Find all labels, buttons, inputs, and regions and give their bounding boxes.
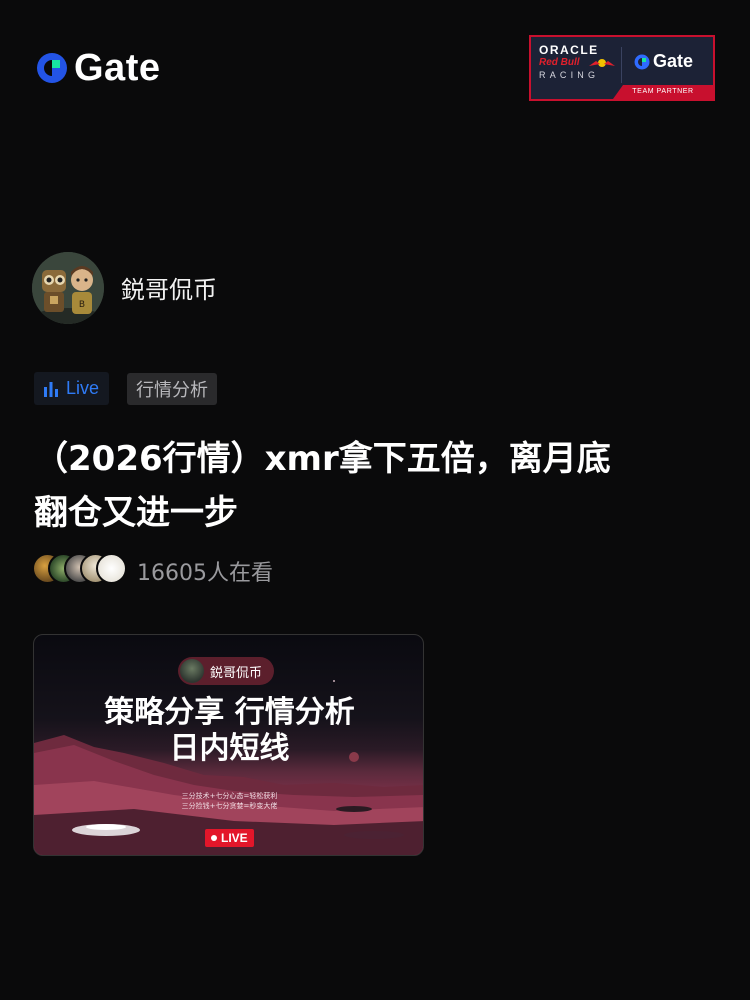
live-badge: LIVE [205, 829, 254, 847]
partner-divider [621, 47, 622, 83]
live-badge-label: LIVE [221, 831, 248, 845]
gate-logo-icon [37, 53, 67, 83]
thumbnail-slogan-line2: 三分捡钱+七分贪婪=秒变大佬 [181, 802, 278, 810]
robot-duo-avatar-icon: B [32, 252, 104, 324]
thumbnail-headline-line1: 策略分享 行情分析 [104, 695, 355, 730]
viewer-avatars [32, 553, 132, 585]
partner-gate-logo: Gate [633, 51, 693, 72]
host-pill: 鋭哥侃币 [178, 657, 275, 685]
host-pill-avatar [180, 659, 204, 683]
gate-small-icon [634, 54, 650, 69]
gate-logo-text: Gate [74, 47, 161, 89]
oracle-redbull-racing-logo: ORACLE Red Bull RACING [539, 43, 619, 83]
live-dot-icon [211, 835, 217, 841]
live-tag-label: Live [66, 378, 100, 398]
viewer-avatar [96, 553, 127, 584]
racing-wordmark: RACING [539, 70, 600, 80]
streamer-name[interactable]: 鋭哥侃币 [121, 270, 217, 305]
thumbnail-headline-line2: 日内短线 [169, 731, 290, 766]
post-title-line1: （2026行情）xmr拿下五倍，离月底 [34, 439, 611, 479]
post-title[interactable]: （2026行情）xmr拿下五倍，离月底 翻仓又进一步 [34, 432, 724, 540]
viewer-count: 16605人在看 [137, 561, 273, 586]
partner-gate-text: Gate [653, 51, 694, 71]
streamer-avatar[interactable]: B [32, 252, 104, 324]
redbull-wordmark: Red Bull [539, 57, 580, 68]
post-title-line2: 翻仓又进一步 [34, 493, 238, 533]
gate-logo[interactable]: Gate [34, 48, 160, 88]
team-partner-label: TEAM PARTNER [613, 85, 713, 99]
category-tag[interactable]: 行情分析 [127, 373, 217, 405]
host-pill-name: 鋭哥侃币 [210, 665, 263, 681]
stream-thumbnail[interactable]: 鋭哥侃币 策略分享 行情分析 日内短线 三分技术+七分心态=轻松获利 三分捡钱+… [33, 634, 424, 856]
oracle-wordmark: ORACLE [539, 43, 599, 57]
svg-text:B: B [79, 300, 85, 310]
live-tag[interactable]: Live [34, 372, 110, 405]
bull-icon [589, 59, 615, 67]
redbull-team-partner-badge: ORACLE Red Bull RACING Gate TEAM PARTNER [529, 35, 715, 101]
bar-chart-icon [44, 381, 58, 397]
thumbnail-slogan-line1: 三分技术+七分心态=轻松获利 [181, 792, 278, 800]
